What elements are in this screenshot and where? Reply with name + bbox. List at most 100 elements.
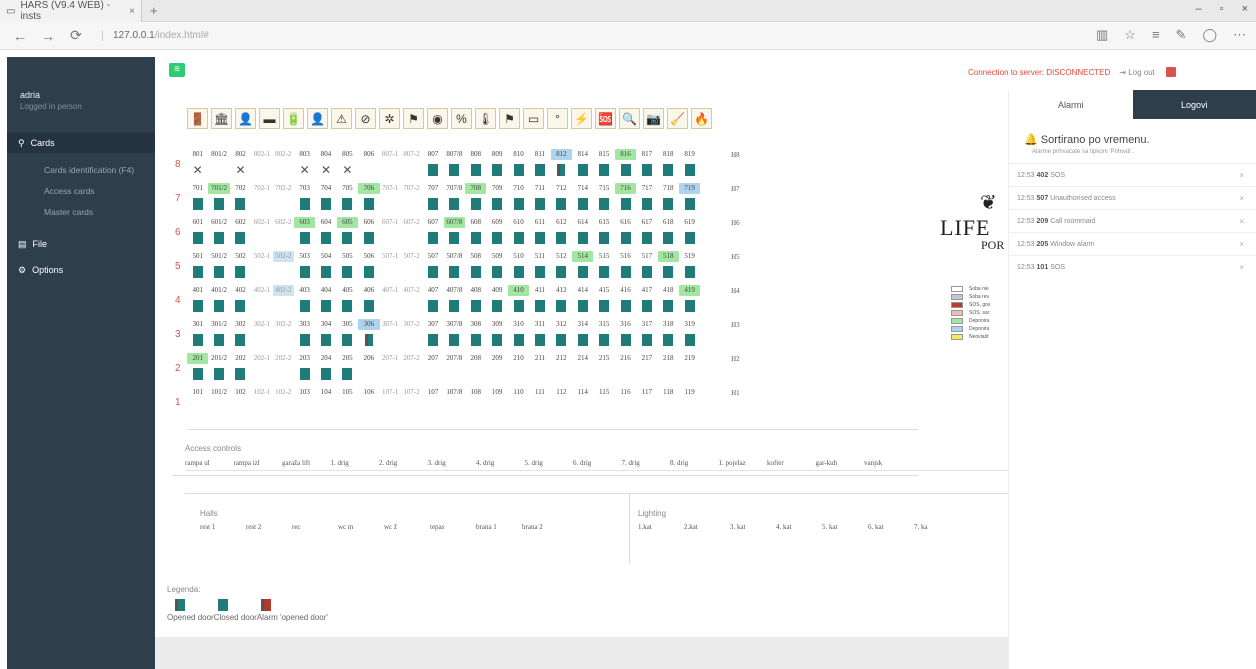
alarm-item[interactable]: 12:53 209 Call roommaid ×: [1009, 209, 1256, 232]
new-tab-button[interactable]: +: [150, 3, 158, 18]
closed-door-icon[interactable]: [572, 163, 593, 177]
room-cell[interactable]: 706: [358, 183, 380, 194]
favorite-star-icon[interactable]: ☆: [1124, 27, 1136, 43]
room-cell[interactable]: 801/2: [208, 149, 229, 160]
room-cell[interactable]: 112: [551, 387, 572, 398]
web-note-icon[interactable]: ✎: [1176, 27, 1187, 43]
room-cell[interactable]: 618: [658, 217, 679, 228]
closed-door-icon[interactable]: [358, 265, 379, 279]
room-cell[interactable]: 311: [529, 319, 550, 330]
closed-door-icon[interactable]: [529, 163, 550, 177]
closed-door-icon[interactable]: [337, 231, 358, 245]
room-cell[interactable]: 407: [422, 285, 443, 296]
closed-door-icon[interactable]: [422, 265, 443, 279]
closed-door-icon[interactable]: [230, 367, 251, 381]
room-cell[interactable]: 302: [230, 319, 251, 330]
hallway-code[interactable]: H4: [724, 287, 746, 295]
room-cell[interactable]: 101/2: [208, 387, 229, 398]
closed-door-icon[interactable]: [529, 197, 550, 211]
room-cell[interactable]: 807/8: [444, 149, 465, 160]
closed-door-icon[interactable]: [465, 197, 486, 211]
hall-item[interactable]: brana 2: [522, 523, 568, 531]
closed-door-icon[interactable]: [337, 197, 358, 211]
closed-door-icon[interactable]: [529, 265, 550, 279]
closed-door-icon[interactable]: [444, 265, 465, 279]
room-cell[interactable]: 516: [615, 251, 636, 262]
room-cell[interactable]: 307: [422, 319, 443, 330]
reading-view-icon[interactable]: ▥: [1096, 27, 1108, 43]
tab-logs[interactable]: Logovi: [1132, 90, 1256, 119]
closed-door-icon[interactable]: [572, 231, 593, 245]
closed-door-icon[interactable]: [593, 265, 614, 279]
closed-door-icon[interactable]: [593, 299, 614, 313]
lighting-item[interactable]: 7. ka: [914, 523, 960, 531]
closed-door-icon[interactable]: [294, 367, 315, 381]
building-icon[interactable]: 🏛: [211, 108, 232, 129]
dismiss-icon[interactable]: ×: [1239, 194, 1244, 203]
closed-door-icon[interactable]: [615, 265, 636, 279]
room-cell[interactable]: 107: [422, 387, 443, 398]
dial-icon[interactable]: ◉: [427, 108, 448, 129]
room-cell[interactable]: 416: [615, 285, 636, 296]
room-cell[interactable]: 610: [508, 217, 529, 228]
closed-door-icon[interactable]: [315, 333, 336, 347]
room-cell[interactable]: 808: [465, 149, 486, 160]
room-cell[interactable]: 806: [358, 149, 379, 160]
room-cell[interactable]: 502-2: [272, 251, 294, 262]
closed-door-icon[interactable]: [315, 299, 336, 313]
hall-item[interactable]: brana 1: [476, 523, 522, 531]
room-cell[interactable]: 418: [658, 285, 679, 296]
lighting-item[interactable]: 6. kat: [868, 523, 914, 531]
room-cell[interactable]: 312: [551, 319, 572, 330]
thermo-icon[interactable]: 🌡: [475, 108, 496, 129]
room-cell[interactable]: 512: [551, 251, 572, 262]
lighting-item[interactable]: 2.kat: [684, 523, 730, 531]
room-cell[interactable]: 408: [465, 285, 486, 296]
room-cell[interactable]: 802: [230, 149, 251, 160]
closed-door-icon[interactable]: [529, 333, 550, 347]
access-control-item[interactable]: rampa izl: [234, 459, 283, 467]
bed-icon[interactable]: ▬: [259, 108, 280, 129]
access-control-item[interactable]: kofter: [767, 459, 816, 467]
camera-icon[interactable]: 📷: [643, 108, 664, 129]
more-icon[interactable]: ⋯: [1233, 27, 1246, 43]
hallway-code[interactable]: H6: [724, 219, 746, 227]
room-cell[interactable]: 407-2: [401, 285, 422, 296]
closed-door-icon[interactable]: [615, 231, 636, 245]
room-cell[interactable]: 407/8: [444, 285, 465, 296]
room-cell[interactable]: 609: [486, 217, 507, 228]
hall-item[interactable]: wc ž: [384, 523, 430, 531]
closed-door-icon[interactable]: [593, 197, 614, 211]
room-cell[interactable]: 304: [315, 319, 336, 330]
menu-item-access-cards[interactable]: Access cards: [7, 180, 155, 201]
access-control-item[interactable]: rampa ul: [185, 459, 234, 467]
room-cell[interactable]: 515: [593, 251, 614, 262]
room-cell[interactable]: 807-2: [401, 149, 422, 160]
hall-item[interactable]: rec: [292, 523, 338, 531]
room-cell[interactable]: 101: [187, 387, 208, 398]
closed-door-icon[interactable]: [615, 299, 636, 313]
room-cell[interactable]: 308: [465, 319, 486, 330]
access-control-item[interactable]: 2. drig: [379, 459, 428, 467]
closed-door-icon[interactable]: [508, 163, 529, 177]
closed-door-icon[interactable]: [422, 163, 443, 177]
room-cell[interactable]: 707/8: [444, 183, 465, 194]
room-cell[interactable]: 615: [593, 217, 614, 228]
closed-door-icon[interactable]: [294, 197, 315, 211]
room-cell[interactable]: 306: [358, 319, 380, 330]
room-cell[interactable]: 104: [315, 387, 336, 398]
closed-door-icon[interactable]: [444, 163, 465, 177]
room-cell[interactable]: 809: [486, 149, 507, 160]
room-cell[interactable]: 404: [315, 285, 336, 296]
room-cell[interactable]: 601: [187, 217, 208, 228]
room-cell[interactable]: 402-2: [272, 285, 294, 296]
room-cell[interactable]: 605: [336, 217, 359, 228]
room-cell[interactable]: 501: [187, 251, 208, 262]
closed-door-icon[interactable]: [572, 265, 593, 279]
closed-door-icon[interactable]: [422, 231, 443, 245]
room-cell[interactable]: 602-2: [273, 217, 294, 228]
room-cell[interactable]: 414: [572, 285, 593, 296]
room-cell[interactable]: 612: [551, 217, 572, 228]
room-cell[interactable]: 114: [572, 387, 593, 398]
room-cell[interactable]: 810: [508, 149, 529, 160]
